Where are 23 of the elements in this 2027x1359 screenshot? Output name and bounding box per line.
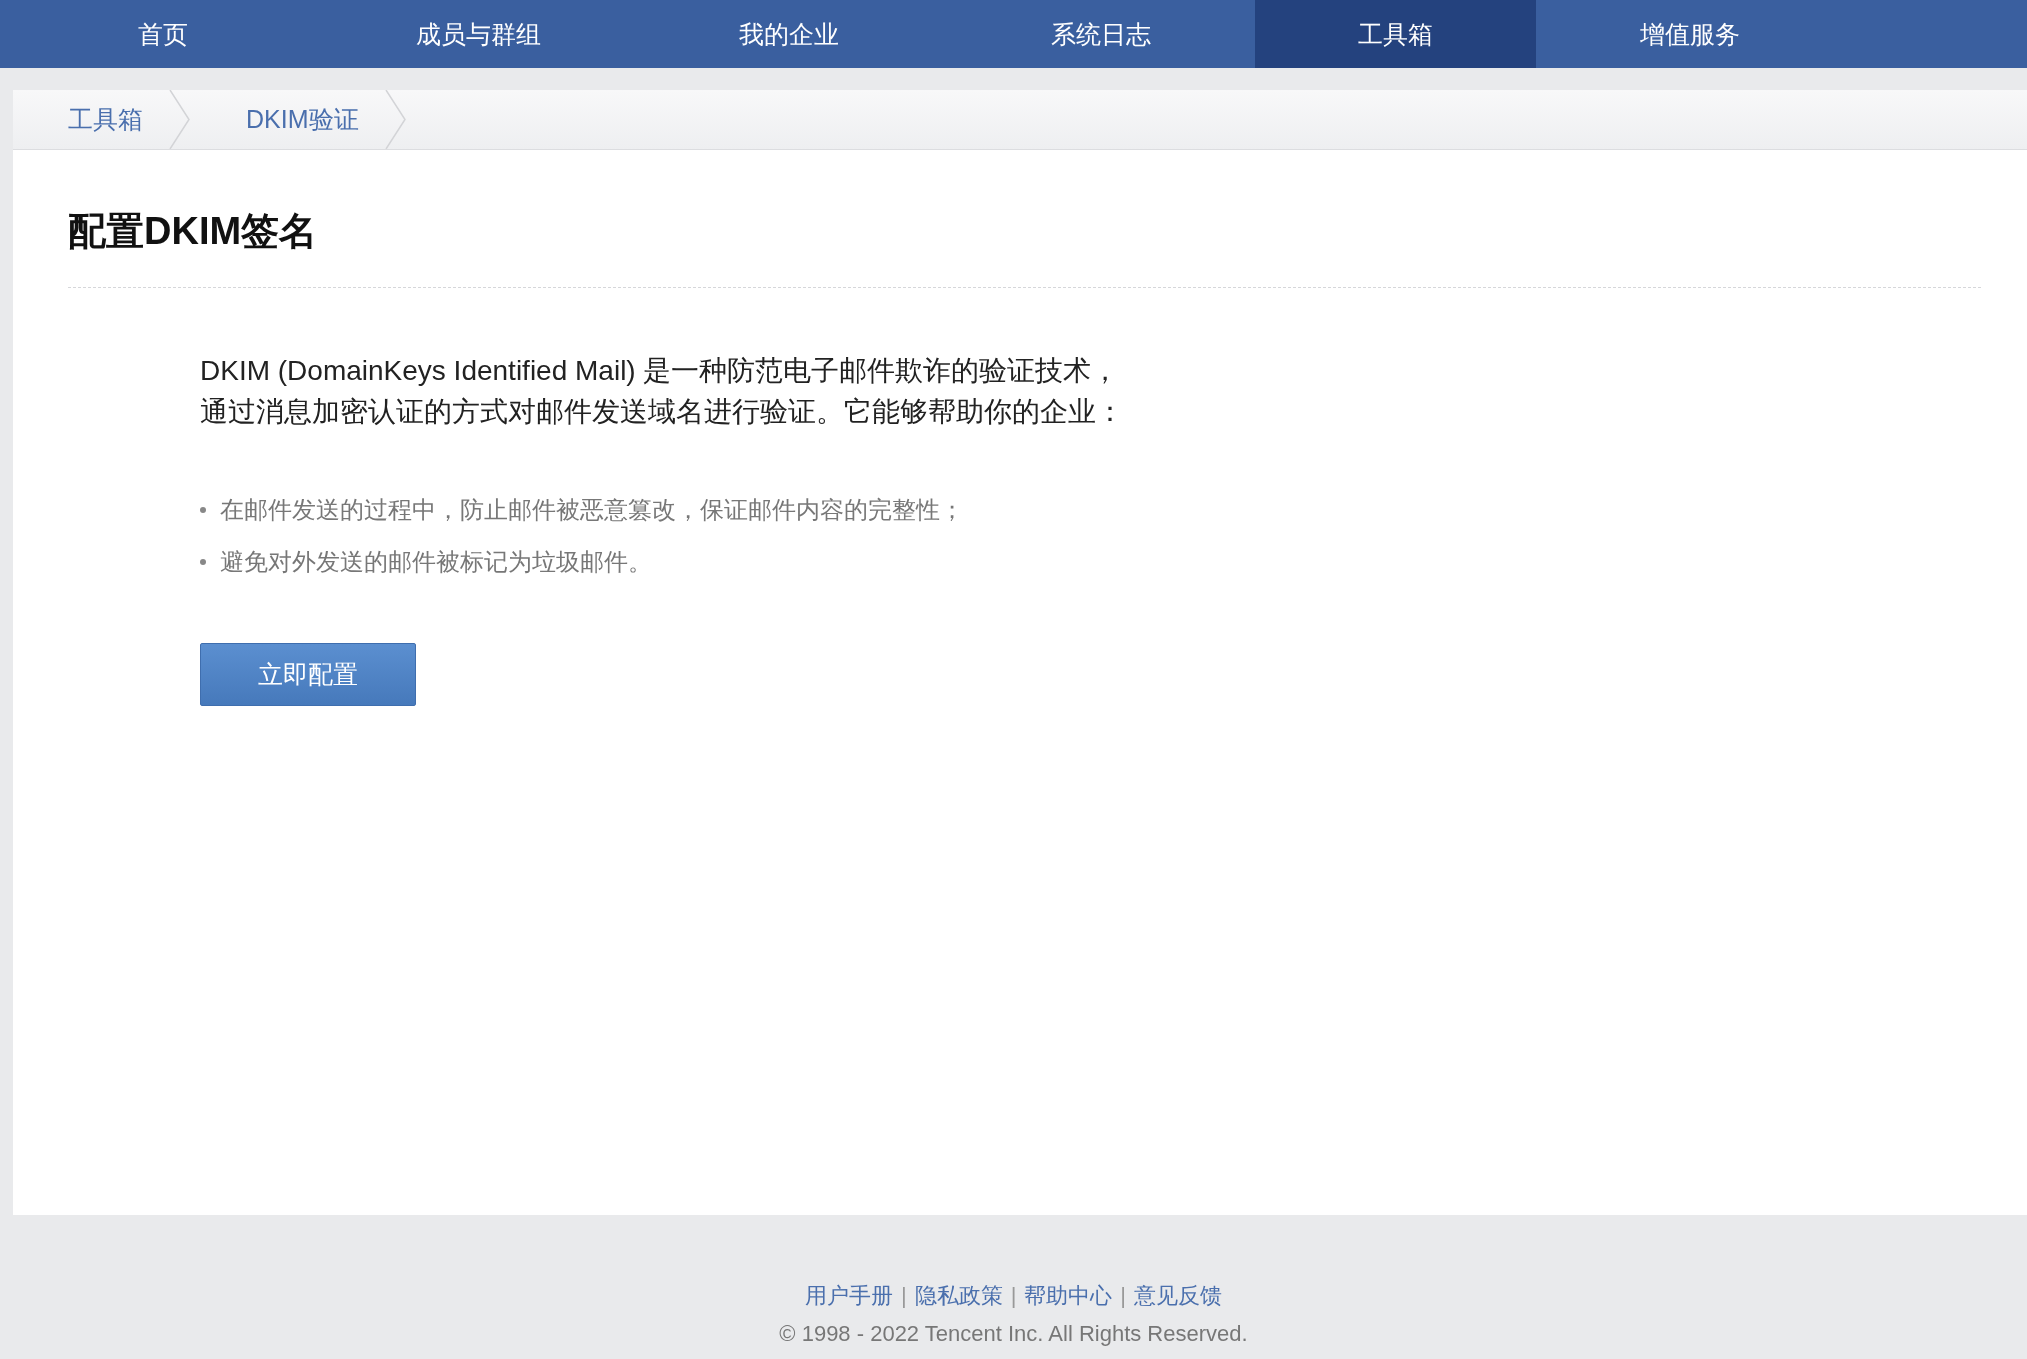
intro-text: DKIM (DomainKeys Identified Mail) 是一种防范电子邮件欺诈的验证技术， 通过消息加密认证的方式对邮件发送域名进行验证。它能够帮助你的企业： — [200, 354, 1125, 429]
nav-tab[interactable]: 首页 — [0, 0, 325, 68]
separator: | — [900, 1283, 907, 1309]
separator: | — [1120, 1283, 1127, 1309]
nav-tab[interactable]: 成员与群组 — [325, 0, 632, 68]
separator: | — [1010, 1283, 1017, 1309]
breadcrumb-link[interactable]: 工具箱 — [13, 103, 169, 136]
footer-link[interactable]: 帮助中心 — [1024, 1281, 1113, 1311]
bullet-text: 避免对外发送的邮件被标记为垃圾邮件。 — [220, 547, 652, 577]
bullet-icon — [200, 558, 206, 565]
breadcrumb-link[interactable]: DKIM验证 — [191, 103, 385, 136]
footer-link[interactable]: 用户手册 — [804, 1281, 893, 1311]
nav-tab[interactable]: 工具箱 — [1255, 0, 1536, 68]
page-title: 配置DKIM签名 — [68, 209, 319, 254]
bullet-icon — [200, 506, 206, 513]
copyright-text: © 1998 - 2022 Tencent Inc. All Rights Reserved. — [779, 1321, 1248, 1347]
nav-tab[interactable]: 系统日志 — [946, 0, 1255, 68]
footer-link[interactable]: 隐私政策 — [914, 1281, 1003, 1311]
configure-button[interactable]: 立即配置 — [200, 643, 416, 706]
nav-tab[interactable]: 我的企业 — [632, 0, 946, 68]
bullet-text: 在邮件发送的过程中，防止邮件被恶意篡改，保证邮件内容的完整性； — [220, 495, 964, 525]
footer-link[interactable]: 意见反馈 — [1134, 1281, 1223, 1311]
nav-tab[interactable]: 增值服务 — [1536, 0, 1844, 68]
